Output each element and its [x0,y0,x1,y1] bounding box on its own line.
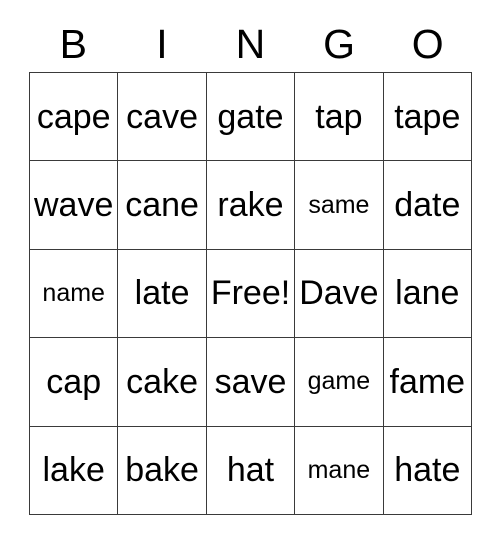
bingo-cell-label: cape [36,97,111,136]
bingo-cell-label: date [394,186,461,225]
bingo-cell-label: tap [315,97,363,136]
bingo-cell[interactable]: save [206,338,296,427]
bingo-cell[interactable]: wave [30,161,119,250]
bingo-cell-label: save [214,362,287,401]
bingo-cell[interactable]: game [295,338,384,427]
bingo-grid: cape cave gate tap tape wave cane rake s… [29,72,472,515]
bingo-cell[interactable]: lake [30,426,119,515]
bingo-cell[interactable]: cave [118,73,207,162]
bingo-cell-label: cap [46,362,102,401]
bingo-cell[interactable]: cap [30,338,119,427]
header-letter-n: N [235,20,266,67]
bingo-cell[interactable]: gate [206,73,296,162]
bingo-cell[interactable]: late [118,249,207,339]
bingo-free-space-label: Free! [210,274,291,313]
bingo-cell[interactable]: cane [118,161,207,250]
bingo-cell-label: cave [126,97,198,136]
bingo-cell[interactable]: Dave [295,249,384,339]
bingo-cell[interactable]: date [383,161,472,250]
bingo-cell[interactable]: hat [206,426,296,515]
bingo-cell-label: lake [42,451,105,490]
bingo-card: B I N G O cape cave gate tap tape wave c… [0,0,500,544]
bingo-cell[interactable]: fame [383,338,472,427]
bingo-cell[interactable]: bake [118,426,207,515]
bingo-cell-label: same [308,190,370,219]
bingo-cell[interactable]: name [30,249,119,339]
bingo-cell-label: cake [126,362,198,401]
bingo-free-space[interactable]: Free! [206,249,296,339]
bingo-cell-label: rake [217,186,284,225]
header-letter-b: B [59,20,87,67]
bingo-cell[interactable]: lane [383,249,472,339]
bingo-cell[interactable]: rake [206,161,296,250]
bingo-cell[interactable]: cake [118,338,207,427]
header-letter-o: O [411,20,444,67]
bingo-cell-label: lane [395,274,460,313]
bingo-cell-label: fame [389,362,466,401]
bingo-cell[interactable]: tap [295,73,384,162]
bingo-cell[interactable]: tape [383,73,472,162]
bingo-cell[interactable]: cape [30,73,119,162]
bingo-cell-label: mane [307,455,371,484]
bingo-cell[interactable]: hate [383,426,472,515]
bingo-cell-label: cane [125,186,199,225]
header-letter-i: I [156,20,168,67]
bingo-cell[interactable]: same [295,161,384,250]
bingo-cell-label: late [134,274,190,313]
bingo-cell[interactable]: mane [295,426,384,515]
bingo-cell-label: name [42,278,105,307]
bingo-cell-label: tape [394,97,461,136]
bingo-cell-label: gate [217,97,284,136]
header-letter-g: G [323,20,356,67]
bingo-header-row: B I N G O [29,16,472,72]
bingo-cell-label: hate [394,451,461,490]
bingo-cell-label: bake [125,451,199,490]
bingo-cell-label: hat [226,451,275,490]
bingo-cell-label: game [307,367,371,396]
bingo-cell-label: wave [34,186,114,225]
bingo-cell-label: Dave [299,274,379,313]
